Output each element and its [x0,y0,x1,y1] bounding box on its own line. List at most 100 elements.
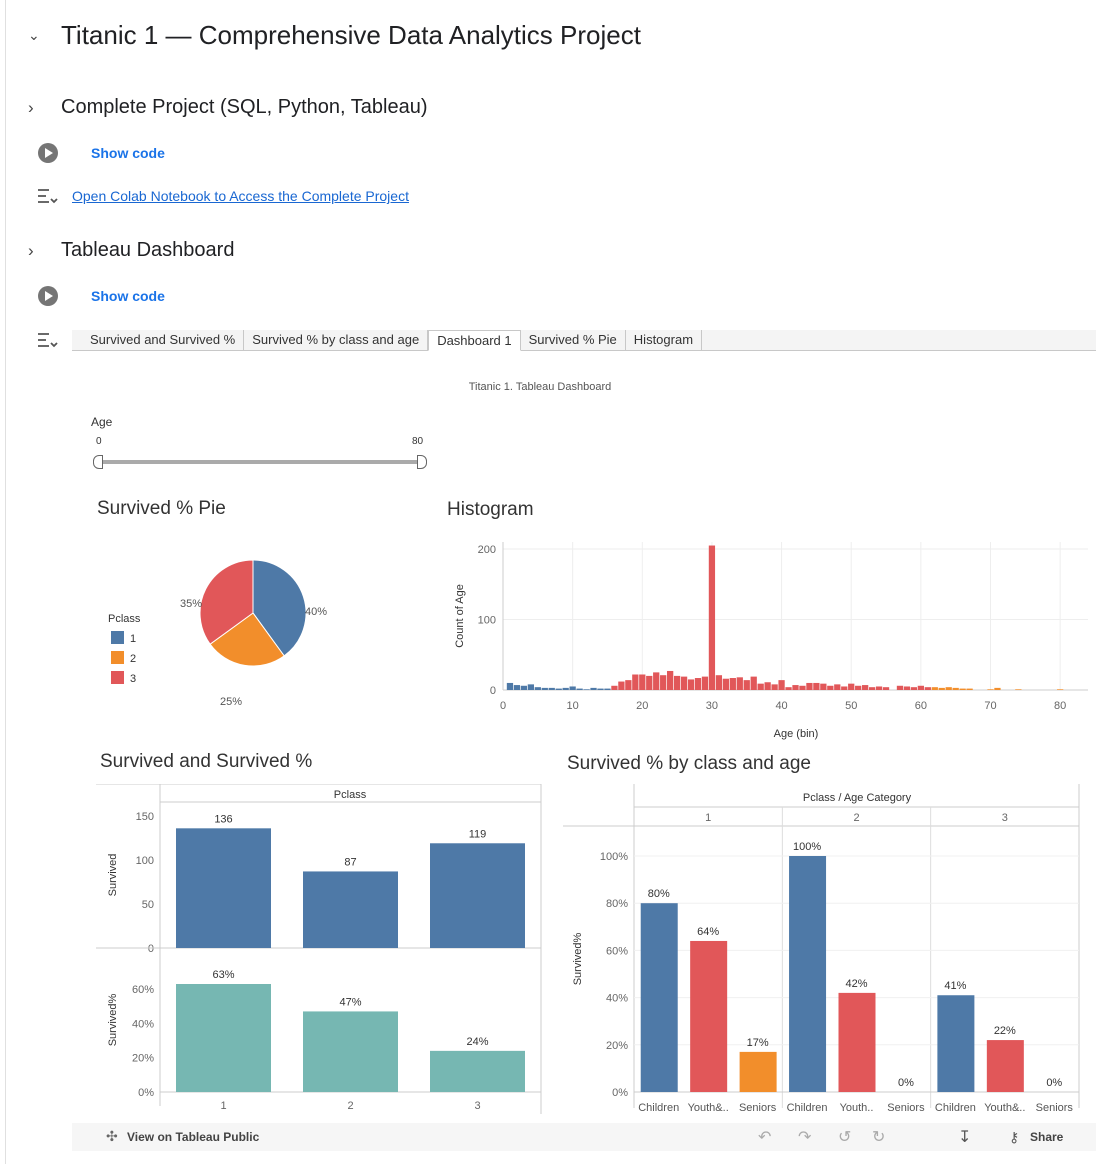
histogram-bar [841,686,848,690]
x-tick-label: Children [787,1102,828,1114]
y-tick-label: 100% [600,851,628,863]
bar-value-label: 0% [898,1077,914,1089]
bar [986,1040,1024,1092]
histogram-bar [527,684,534,690]
bar [430,1050,525,1092]
x-tick-label: Seniors [1036,1102,1074,1114]
y-tick-label: 100 [478,615,496,627]
histogram-bar [764,682,771,690]
pie-slice-label: 25% [220,696,242,708]
x-tick-label: 60 [915,700,927,712]
refresh-icon[interactable]: ↻ [872,1127,885,1147]
histogram-bar [959,688,966,690]
histogram-bar [785,687,792,690]
undo-icon[interactable]: ↶ [758,1127,771,1147]
revert-icon[interactable]: ↺ [838,1127,851,1147]
x-axis-label: Age (bin) [774,728,819,740]
histogram-bar [875,686,883,690]
tab-histogram[interactable]: Histogram [626,330,703,350]
histogram-bar [639,674,646,690]
bar-value-label: 17% [747,1037,769,1049]
tab-survived-pie[interactable]: Survived % Pie [521,330,626,350]
survived-chart: Pclass 0 50 100 150 136 87 119 Survived 0% 20% 40% 6… [96,784,542,1114]
run-cell-icon[interactable] [38,286,58,306]
y-tick-label: 50 [142,899,154,911]
x-tick-label: Youth&.. [688,1102,729,1114]
histogram-bar [576,688,583,690]
histogram-bar [750,676,757,690]
pie-legend-swatch [111,651,124,664]
histogram-bar [680,676,688,690]
pie-legend-label: 2 [130,653,136,665]
chevron-right-icon[interactable]: › [28,241,46,261]
output-toggle-icon[interactable] [37,187,59,205]
x-tick-label: 3 [474,1100,480,1112]
y-tick-label: 150 [136,811,154,823]
show-code-button[interactable]: Show code [91,145,165,161]
y-tick-label: 0% [612,1087,628,1099]
bar-value-label: 24% [466,1036,488,1048]
histogram-bar [722,678,729,690]
x-tick-label: 2 [347,1100,353,1112]
x-tick-label: Seniors [739,1102,777,1114]
x-tick-label: Children [638,1102,679,1114]
show-code-button[interactable]: Show code [91,288,165,304]
pie-chart: 40% 25% 35% Pclass 1 2 3 [108,560,327,708]
download-icon[interactable]: ↧ [958,1127,971,1147]
age-slider-min-handle[interactable] [93,455,103,469]
histogram-bar [834,684,841,690]
tableau-logo-icon: ✣ [106,1128,118,1144]
histogram-bar [778,680,785,690]
bar [430,843,525,948]
histogram-bar [646,675,653,690]
group-label: 3 [1002,812,1008,824]
chevron-down-icon[interactable]: ⌄ [28,27,46,44]
tab-survived-by-class-and-age[interactable]: Survived % by class and age [244,330,429,350]
x-tick-label: Children [935,1102,976,1114]
notebook-heading: ⌄ Titanic 1 — Comprehensive Data Analyti… [28,20,641,51]
age-slider-track[interactable] [96,460,426,464]
share-button[interactable]: Share [1030,1130,1063,1144]
column-header: Pclass / Age Category [803,792,912,804]
histogram-bar [534,687,541,690]
histogram-bar [590,687,597,690]
histogram-bar [806,682,813,690]
age-slider-max-handle[interactable] [417,455,427,469]
histogram-bar [625,680,632,690]
histogram-bar [896,685,904,690]
histogram-bar [701,676,709,690]
tab-dashboard-1[interactable]: Dashboard 1 [428,330,521,351]
x-tick-label: 40 [775,700,787,712]
histogram-chart: 0 100 200 0 10 20 30 40 50 60 70 80 Age (bin) Count o… [454,542,1088,740]
histogram-bar [548,687,555,690]
x-tick-label: Seniors [887,1102,925,1114]
histogram-bar [541,687,548,690]
histogram-bar [799,685,806,690]
run-cell-icon[interactable] [38,143,58,163]
colab-notebook-link[interactable]: Open Colab Notebook to Access the Comple… [72,188,409,204]
redo-icon[interactable]: ↷ [798,1127,811,1147]
y-tick-label: 20% [132,1053,154,1065]
dashboard-title: Titanic 1. Tableau Dashboard [468,381,612,393]
chevron-right-icon[interactable]: › [28,98,46,118]
view-on-tableau-public-link[interactable]: View on Tableau Public [127,1130,259,1144]
tableau-tabs: Survived and Survived % Survived % by cl… [72,330,1096,351]
bar [739,1051,777,1092]
x-tick-label: Youth.. [840,1102,874,1114]
histogram-bar [729,678,736,690]
histogram-bar [994,687,1001,690]
x-tick-label: 50 [845,700,857,712]
histogram-bar [604,688,611,690]
group-label: 2 [853,812,859,824]
share-icon[interactable]: ⚷ [1009,1129,1019,1146]
output-toggle-icon[interactable] [37,331,59,349]
x-tick-label: 1 [220,1100,226,1112]
tab-survived-and-survived[interactable]: Survived and Survived % [82,330,245,350]
pie-slice-label: 35% [180,598,202,610]
bar-value-label: 80% [648,888,670,900]
bar [640,903,678,1092]
y-tick-label: 40% [606,993,628,1005]
x-tick-label: 80 [1054,700,1066,712]
histogram-bar [938,687,945,690]
histogram-bar [827,685,834,690]
